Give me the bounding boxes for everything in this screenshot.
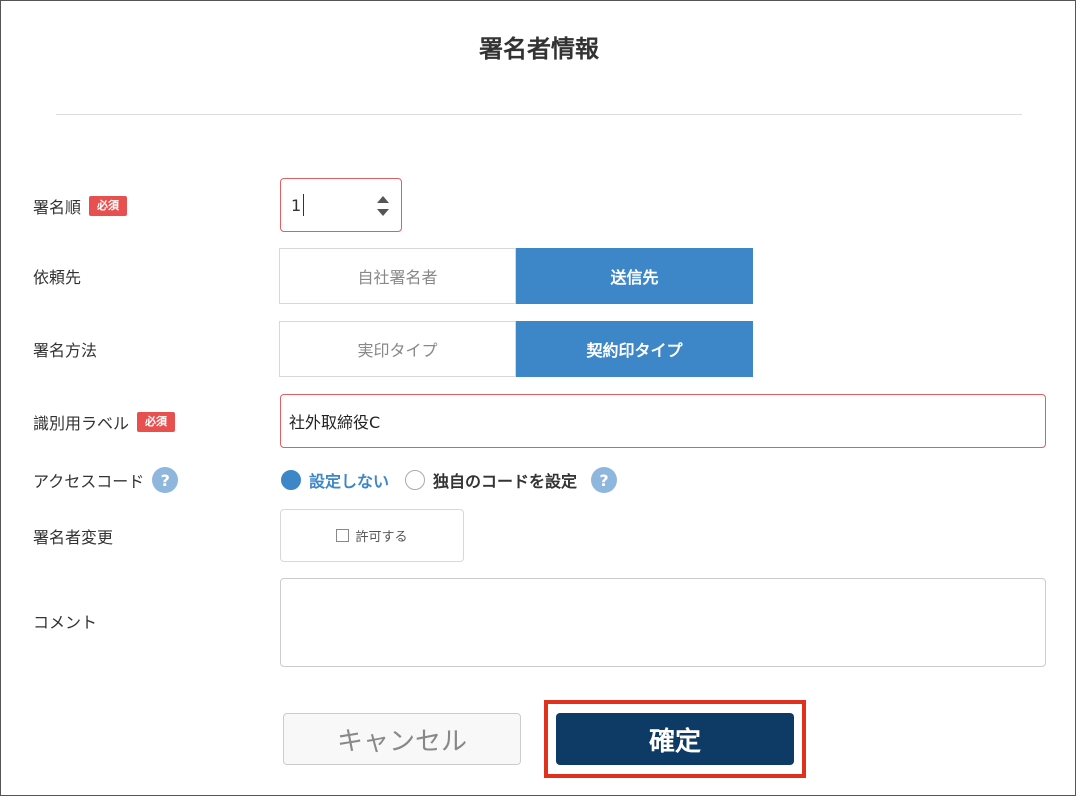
- number-spinner[interactable]: [377, 196, 389, 216]
- recipient-option-send-to[interactable]: 送信先: [516, 248, 753, 304]
- access-code-option-custom[interactable]: 独自のコードを設定: [433, 468, 577, 492]
- radio-unselected-icon[interactable]: [405, 470, 426, 490]
- text-caret: [303, 194, 305, 216]
- cancel-button[interactable]: キャンセル: [283, 713, 521, 765]
- access-code-label-row: アクセスコード ?: [33, 466, 179, 494]
- recipient-label: 依頼先: [33, 268, 82, 287]
- dialog-title: 署名者情報: [479, 35, 599, 63]
- access-code-option-none[interactable]: 設定しない: [309, 468, 389, 492]
- signing-method-label-row: 署名方法: [33, 335, 97, 363]
- title-divider: [56, 114, 1022, 115]
- access-code-radio-group: 設定しない 独自のコードを設定 ?: [281, 466, 618, 494]
- confirm-button[interactable]: 確定: [556, 713, 794, 765]
- method-option-contract-seal[interactable]: 契約印タイプ: [516, 321, 753, 377]
- recipient-label-row: 依頼先: [33, 262, 81, 290]
- method-option-registered-seal[interactable]: 実印タイプ: [279, 321, 516, 377]
- confirm-highlight: 確定: [544, 700, 806, 778]
- change-signer-label: 署名者変更: [33, 528, 114, 547]
- id-label-row: 識別用ラベル 必須: [33, 408, 176, 436]
- change-signer-label-row: 署名者変更: [33, 522, 113, 550]
- comment-label: コメント: [33, 613, 98, 632]
- checkbox-icon[interactable]: [336, 529, 350, 542]
- spinner-down-icon[interactable]: [377, 209, 389, 216]
- signing-order-input[interactable]: 1: [280, 178, 402, 232]
- signing-order-label: 署名順: [33, 198, 82, 217]
- signing-order-label-row: 署名順 必須: [33, 192, 128, 220]
- allow-change-signer-button[interactable]: 許可する: [280, 509, 464, 562]
- allow-change-signer-label: 許可する: [355, 530, 408, 545]
- radio-selected-icon[interactable]: [281, 470, 301, 490]
- recipient-option-internal[interactable]: 自社署名者: [279, 248, 516, 304]
- comment-textarea[interactable]: [280, 578, 1046, 667]
- id-label-value: 社外取締役C: [289, 413, 381, 432]
- signing-method-label: 署名方法: [33, 341, 98, 360]
- signing-order-value: 1: [291, 195, 302, 215]
- recipient-toggle: 自社署名者 送信先: [279, 248, 753, 304]
- access-code-label: アクセスコード: [33, 472, 145, 491]
- spinner-up-icon[interactable]: [377, 196, 389, 203]
- help-icon[interactable]: ?: [591, 467, 618, 493]
- required-badge: 必須: [89, 196, 128, 216]
- id-label-input[interactable]: 社外取締役C: [280, 394, 1046, 448]
- help-icon[interactable]: ?: [152, 467, 179, 493]
- required-badge: 必須: [137, 412, 176, 432]
- signing-method-toggle: 実印タイプ 契約印タイプ: [279, 321, 753, 377]
- signer-info-dialog: 署名者情報 署名順 必須 1 依頼先 自社署名者 送信先 署名方法 実印タイプ …: [0, 0, 1076, 796]
- comment-label-row: コメント: [33, 607, 97, 635]
- id-label-label: 識別用ラベル: [33, 414, 130, 433]
